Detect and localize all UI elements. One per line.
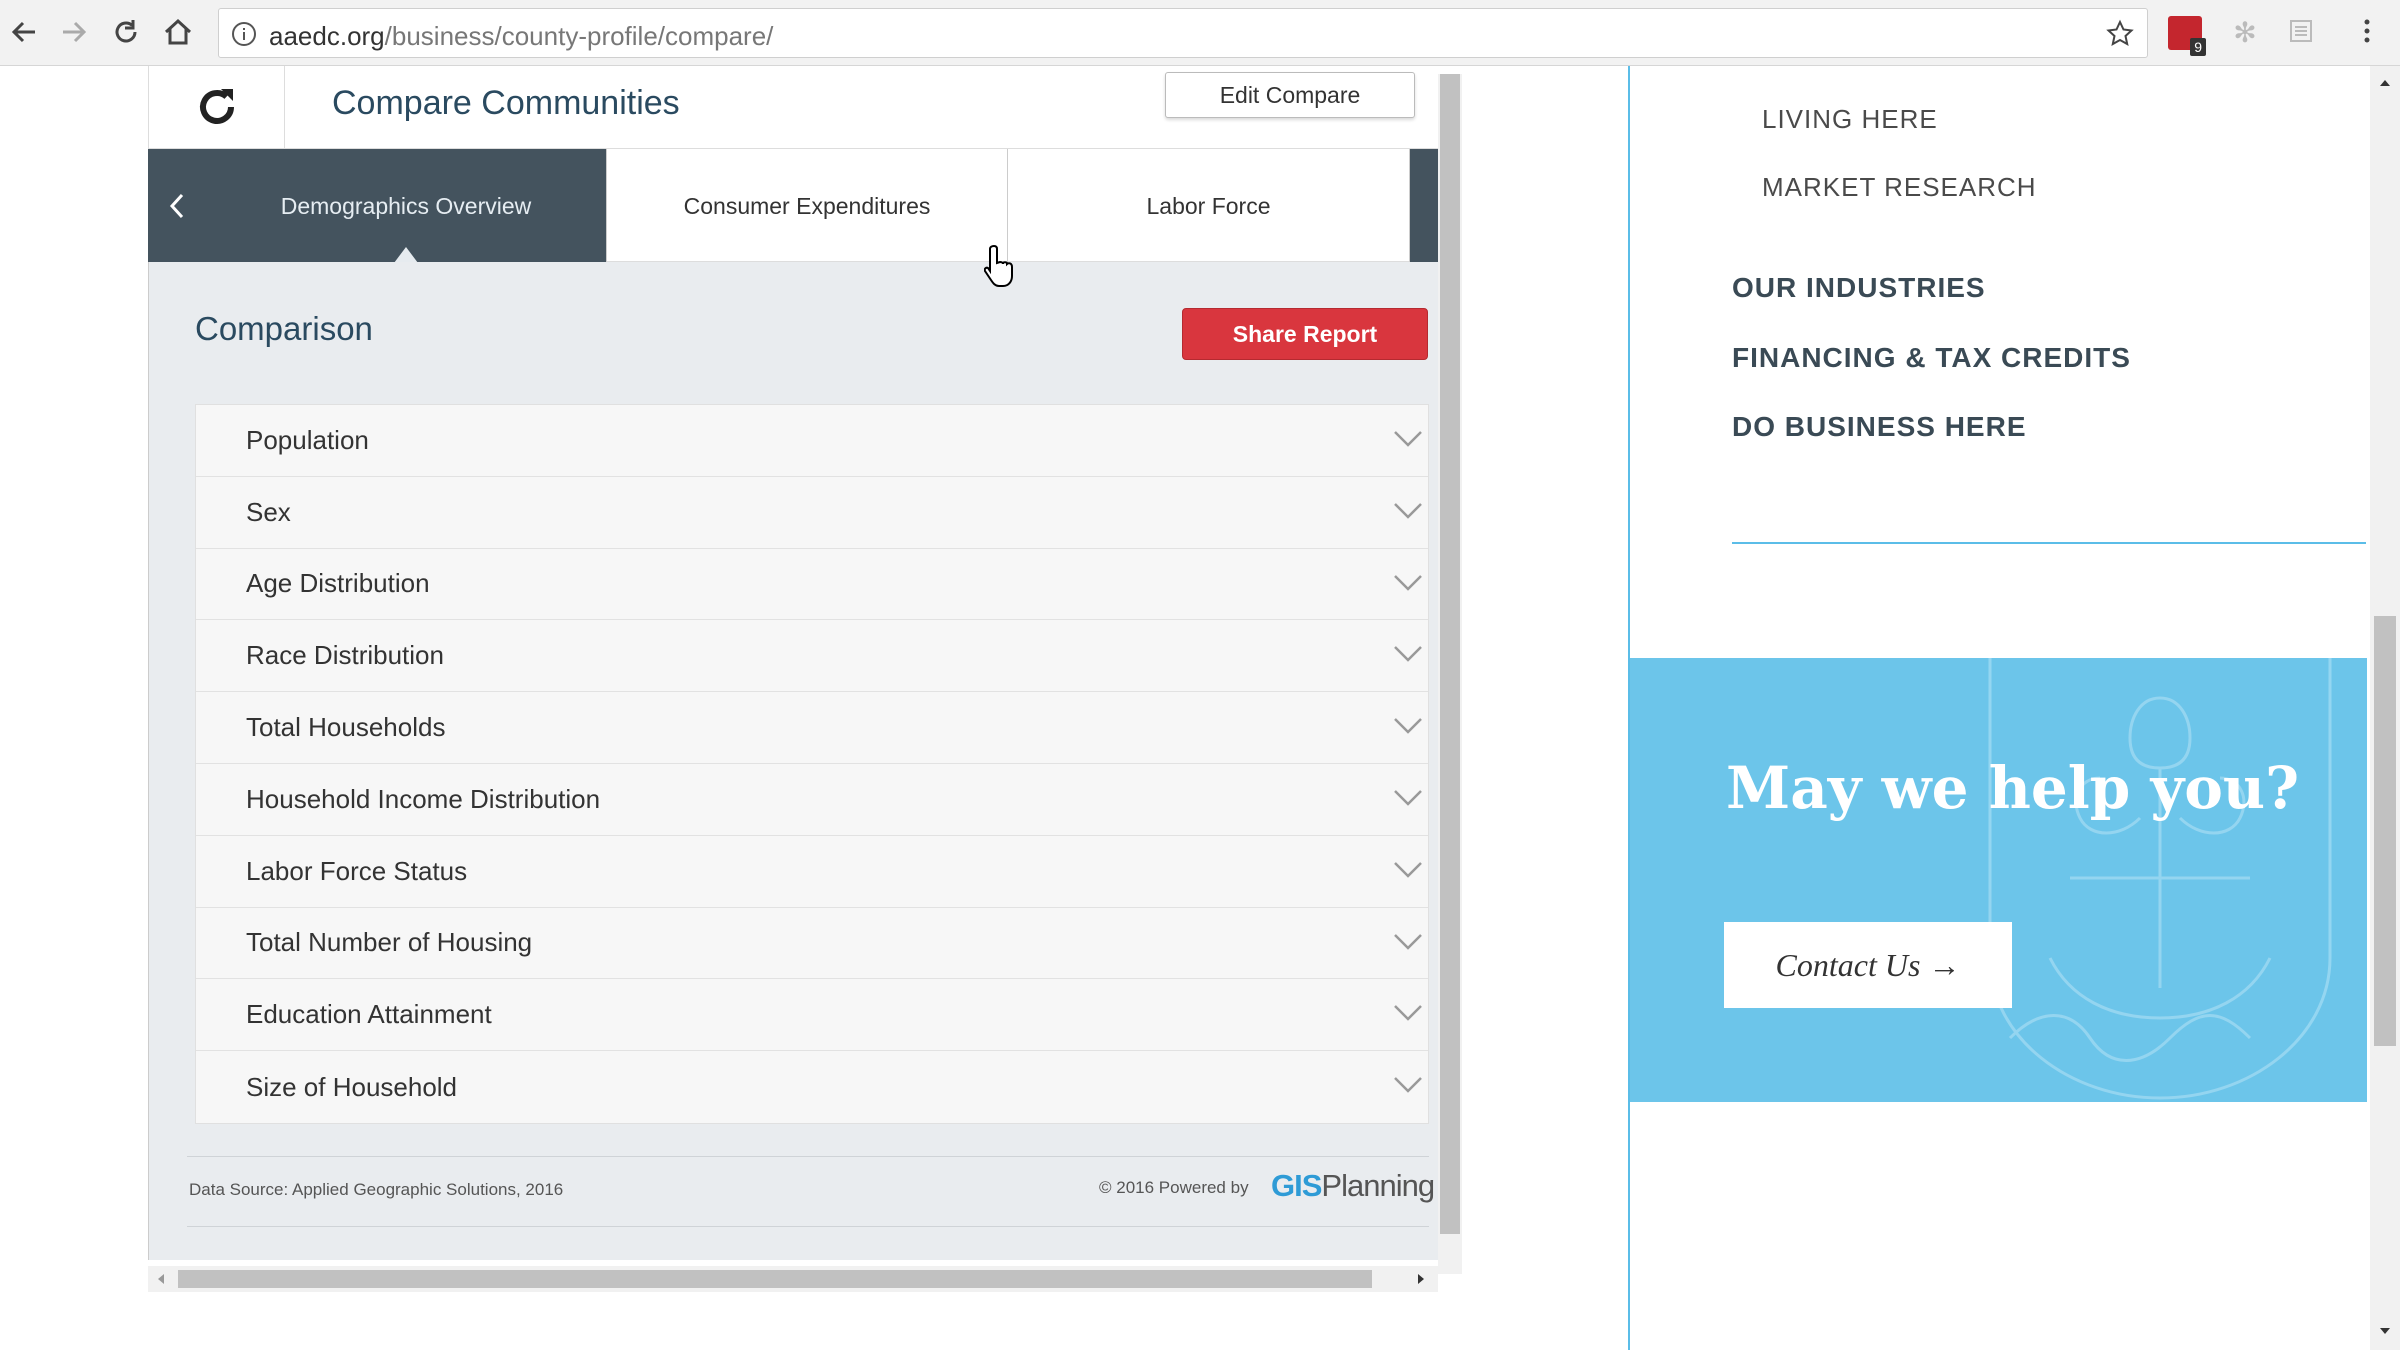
scroll-left-icon[interactable]: [154, 1272, 168, 1286]
accordion-label: Sex: [246, 496, 291, 527]
accordion-label: Total Number of Housing: [246, 927, 533, 958]
refresh-button[interactable]: [149, 66, 285, 148]
scrollbar-thumb[interactable]: [1440, 74, 1460, 1234]
extension-icon[interactable]: 9: [2168, 16, 2206, 56]
chevron-down-icon: [1394, 574, 1422, 591]
chevron-down-icon: [1394, 646, 1422, 663]
edit-compare-button[interactable]: Edit Compare: [1165, 72, 1415, 118]
accordion-label: Education Attainment: [246, 999, 492, 1030]
page-vertical-scrollbar[interactable]: [2370, 66, 2400, 1350]
nav-link-market-research[interactable]: MARKET RESEARCH: [1762, 172, 2037, 203]
extension-doc-icon[interactable]: [2286, 16, 2320, 50]
accordion-label: Population: [246, 424, 369, 455]
accordion-item-total-households[interactable]: Total Households: [196, 692, 1428, 764]
nav-link-do-business[interactable]: DO BUSINESS HERE: [1732, 411, 2027, 443]
chevron-down-icon: [1394, 861, 1422, 878]
contact-us-button[interactable]: Contact Us →: [1724, 922, 2012, 1008]
refresh-icon: [199, 89, 234, 124]
chevron-left-icon: [169, 193, 184, 219]
tab-consumer-expenditures[interactable]: Consumer Expenditures: [607, 149, 1008, 263]
data-source-note: Data Source: Applied Geographic Solution…: [189, 1180, 564, 1199]
panel-horizontal-scrollbar[interactable]: [148, 1266, 1438, 1292]
gisplanning-logo[interactable]: GISPlanning: [1271, 1168, 1435, 1204]
accordion-item-race-distribution[interactable]: Race Distribution: [196, 620, 1428, 693]
hand-cursor-icon: [984, 244, 1013, 287]
chevron-down-icon: [1394, 502, 1422, 519]
extension-sparkle-icon[interactable]: ✻: [2228, 16, 2262, 50]
tabs-prev-button[interactable]: [148, 149, 206, 263]
forward-icon[interactable]: [56, 14, 92, 50]
accordion-label: Household Income Distribution: [246, 783, 601, 814]
url-text: aaedc.org/business/county-profile/compar…: [269, 21, 774, 51]
compare-app: Compare Communities Edit Compare Demogra…: [148, 66, 1462, 1292]
address-bar[interactable]: aaedc.org/business/county-profile/compar…: [218, 8, 2148, 58]
back-icon[interactable]: [6, 14, 42, 50]
scrollbar-thumb[interactable]: [2374, 616, 2396, 1046]
chevron-down-icon: [1394, 933, 1422, 950]
tab-demographics-overview[interactable]: Demographics Overview: [206, 149, 607, 263]
accordion-label: Labor Force Status: [246, 855, 468, 886]
tab-label: Demographics Overview: [280, 192, 532, 219]
app-header: Compare Communities Edit Compare: [148, 66, 1438, 148]
nav-link-our-industries[interactable]: OUR INDUSTRIES: [1732, 272, 1986, 304]
tab-label: Labor Force: [1146, 192, 1271, 219]
scroll-down-icon[interactable]: [2378, 1324, 2392, 1338]
footer-divider: [187, 1156, 1429, 1157]
chevron-down-icon: [1394, 790, 1422, 806]
logo-planning-text: Planning: [1321, 1168, 1435, 1203]
accordion-label: Age Distribution: [246, 568, 430, 599]
accordion-label: Size of Household: [246, 1071, 458, 1102]
scroll-up-icon[interactable]: [2378, 76, 2392, 90]
chevron-down-icon: [1394, 1077, 1422, 1093]
menu-dots-icon[interactable]: [2352, 16, 2386, 50]
nav-link-living-here[interactable]: LIVING HERE: [1762, 104, 1938, 135]
powered-by-text: © 2016 Powered by: [1099, 1178, 1249, 1197]
footer-divider-bottom: [187, 1226, 1429, 1227]
accordion-item-housing[interactable]: Total Number of Housing: [196, 908, 1428, 980]
panel-vertical-scrollbar[interactable]: [1438, 74, 1462, 1274]
scroll-right-icon[interactable]: [1414, 1272, 1428, 1286]
bookmark-star-icon[interactable]: [2105, 19, 2135, 49]
accordion-label: Race Distribution: [246, 640, 444, 671]
chevron-down-icon: [1394, 718, 1422, 734]
accordion-item-education[interactable]: Education Attainment: [196, 979, 1428, 1052]
tab-labor-force[interactable]: Labor Force: [1008, 149, 1410, 263]
accordion-item-labor-force-status[interactable]: Labor Force Status: [196, 836, 1428, 908]
share-report-button[interactable]: Share Report: [1182, 308, 1428, 360]
help-title: May we help you?: [1726, 754, 2300, 822]
tabs-next-button[interactable]: [1410, 149, 1438, 263]
chevron-down-icon: [1394, 431, 1422, 447]
comparison-accordion: Population Sex Age Distribution Race Dis…: [195, 404, 1429, 1124]
extension-badge: 9: [2190, 38, 2206, 56]
active-tab-caret: [394, 247, 418, 263]
page-title: Compare Communities: [332, 84, 680, 122]
accordion-item-household-income[interactable]: Household Income Distribution: [196, 764, 1428, 836]
chevron-down-icon: [1394, 1005, 1422, 1022]
section-title: Comparison: [195, 310, 373, 347]
report-tabs: Demographics Overview Consumer Expenditu…: [148, 148, 1438, 263]
accordion-item-household-size[interactable]: Size of Household: [196, 1051, 1428, 1123]
nav-link-financing[interactable]: FINANCING & TAX CREDITS: [1732, 342, 2131, 374]
info-icon[interactable]: [231, 21, 257, 47]
browser-toolbar: aaedc.org/business/county-profile/compar…: [0, 0, 2400, 66]
accordion-item-age-distribution[interactable]: Age Distribution: [196, 549, 1428, 621]
county-seal-watermark: [1988, 658, 2332, 1100]
accordion-item-sex[interactable]: Sex: [196, 477, 1428, 549]
logo-gis-text: GIS: [1271, 1168, 1322, 1203]
help-callout: May we help you? Contact Us →: [1630, 658, 2367, 1102]
comparison-panel: Comparison Share Report Population Sex A…: [148, 262, 1438, 1260]
tab-label: Consumer Expenditures: [683, 192, 931, 219]
scrollbar-thumb[interactable]: [178, 1270, 1372, 1288]
accordion-label: Total Households: [246, 712, 446, 743]
reload-icon[interactable]: [108, 14, 144, 50]
accordion-item-population[interactable]: Population: [196, 405, 1428, 477]
sidebar-rule: [1732, 542, 2366, 544]
home-icon[interactable]: [160, 14, 196, 50]
